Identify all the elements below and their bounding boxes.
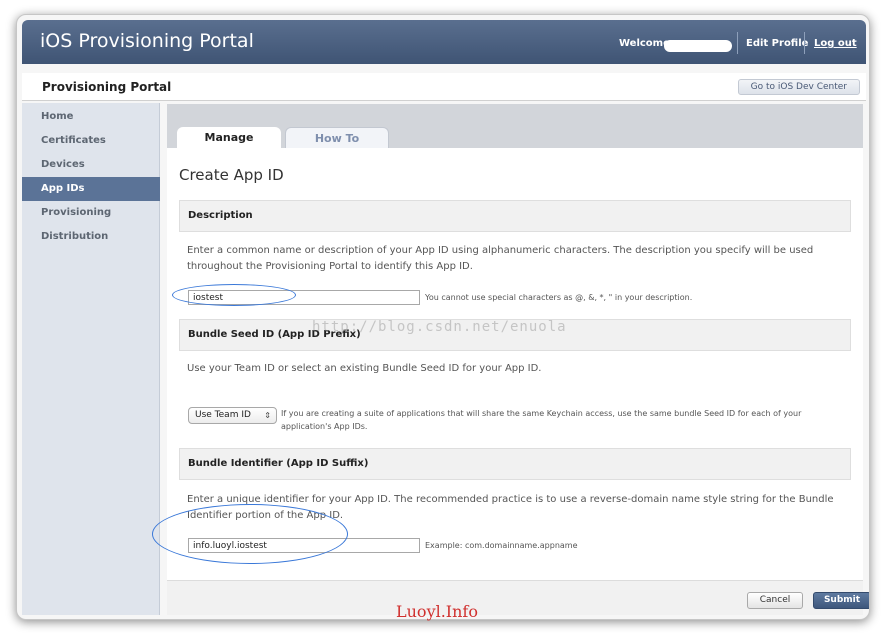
description-heading: Description xyxy=(188,210,253,221)
description-hint: You cannot use special characters as @, … xyxy=(425,293,693,302)
tab-how-to[interactable]: How To xyxy=(285,127,389,149)
divider xyxy=(804,32,805,54)
redacted-username xyxy=(664,40,732,52)
watermark-text: http://blog.csdn.net/enuola xyxy=(312,319,567,335)
sidebar: Home Certificates Devices App IDs Provis… xyxy=(22,103,160,615)
sidebar-item-devices[interactable]: Devices xyxy=(22,153,160,177)
submit-button[interactable]: Submit xyxy=(813,592,869,609)
seed-text: Use your Team ID or select an existing B… xyxy=(187,363,542,374)
form-footer: Cancel Submit xyxy=(167,580,869,615)
edit-profile-link[interactable]: Edit Profile xyxy=(746,38,808,49)
main-content: Create App ID Description Enter a common… xyxy=(167,148,863,580)
portal-title: Provisioning Portal xyxy=(42,80,172,94)
seed-id-select[interactable]: Use Team ID ⇕ xyxy=(188,407,277,424)
tab-manage[interactable]: Manage xyxy=(177,127,281,149)
bundle-text: Enter a unique identifier for your App I… xyxy=(187,494,834,521)
top-bar: iOS Provisioning Portal Welcome, Edit Pr… xyxy=(22,20,866,64)
bundle-hint: Example: com.domainname.appname xyxy=(425,541,578,550)
bundle-heading: Bundle Identifier (App ID Suffix) xyxy=(188,458,369,469)
sidebar-item-home[interactable]: Home xyxy=(22,105,160,129)
updown-chevron-icon: ⇕ xyxy=(264,411,271,420)
sidebar-item-provisioning[interactable]: Provisioning xyxy=(22,201,160,225)
signature-text: Luoyl.Info xyxy=(396,602,478,621)
sidebar-item-app-ids[interactable]: App IDs xyxy=(22,177,160,201)
page-title: Create App ID xyxy=(179,166,284,184)
sidebar-item-certificates[interactable]: Certificates xyxy=(22,129,160,153)
description-input[interactable] xyxy=(188,290,420,305)
description-text: Enter a common name or description of yo… xyxy=(187,245,814,272)
seed-id-select-value: Use Team ID xyxy=(195,410,251,420)
tab-strip: Manage How To xyxy=(167,104,863,149)
portal-header: Provisioning Portal Go to iOS Dev Center xyxy=(22,73,866,101)
bundle-id-input[interactable] xyxy=(188,538,420,553)
app-window: iOS Provisioning Portal Welcome, Edit Pr… xyxy=(16,14,870,620)
cancel-button[interactable]: Cancel xyxy=(747,592,803,609)
dev-center-button[interactable]: Go to iOS Dev Center xyxy=(737,79,860,95)
description-section-header: Description xyxy=(179,200,851,232)
logout-link[interactable]: Log out xyxy=(814,38,857,49)
seed-hint: If you are creating a suite of applicati… xyxy=(281,409,802,431)
sidebar-item-distribution[interactable]: Distribution xyxy=(22,225,160,249)
app-title: iOS Provisioning Portal xyxy=(40,30,254,52)
bundle-section-header: Bundle Identifier (App ID Suffix) xyxy=(179,448,851,480)
divider xyxy=(737,32,738,54)
